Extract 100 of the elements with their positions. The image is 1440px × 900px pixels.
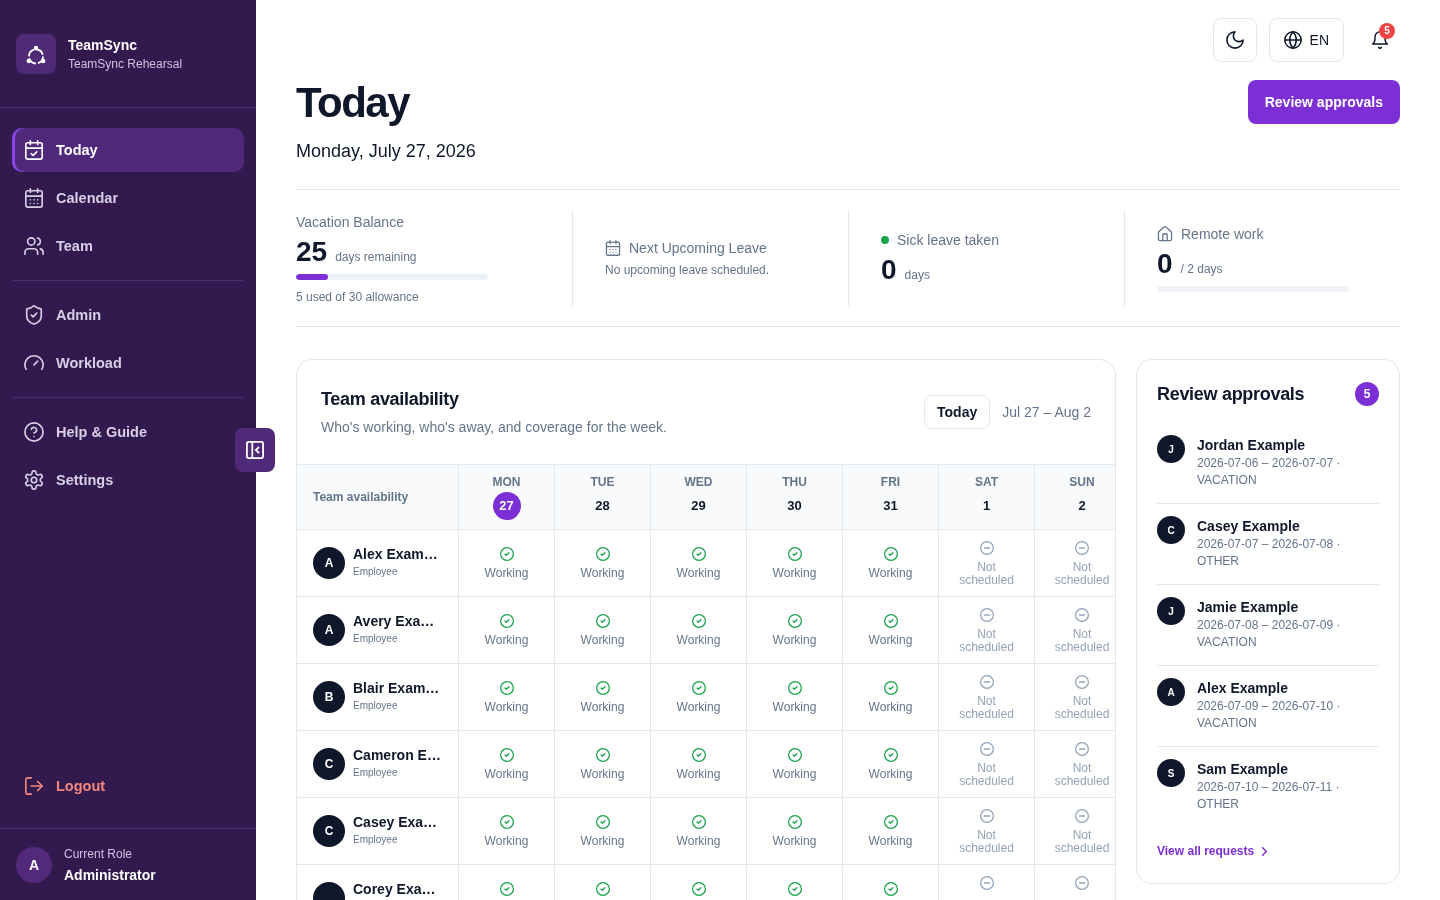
panel-left-icon	[246, 441, 264, 459]
request-details: 2026-07-09 – 2026-07-10 · VACATION	[1197, 698, 1342, 732]
check-circle-icon	[499, 815, 514, 829]
employee-avatar: C	[313, 815, 345, 847]
status-label: Working	[772, 833, 817, 849]
notifications-button[interactable]: 5	[1360, 18, 1400, 62]
logout-button[interactable]: Logout	[12, 764, 118, 808]
request-details: 2026-07-08 – 2026-07-09 · VACATION	[1197, 617, 1342, 651]
requester-avatar: S	[1157, 759, 1185, 787]
status-label: Working	[772, 632, 817, 648]
employee-avatar: B	[313, 681, 345, 713]
status-label: Not scheduled	[1053, 762, 1111, 788]
day-number: 27	[492, 492, 521, 520]
check-circle-icon	[691, 748, 706, 762]
employee-role: Employee	[353, 766, 399, 779]
day-name: FRI	[880, 474, 901, 490]
stat-unit: days remaining	[335, 249, 417, 264]
check-circle-icon	[499, 882, 514, 896]
status-label: Working	[868, 766, 913, 782]
status-label: Working	[484, 632, 529, 648]
card-subtitle: Who's working, who's away, and coverage for the week.	[321, 418, 667, 437]
count-badge: 5	[1355, 382, 1379, 406]
status-label: Not scheduled	[1053, 829, 1111, 855]
requester-name: Alex Example	[1197, 679, 1290, 698]
review-approvals-button[interactable]: Review approvals	[1247, 80, 1400, 124]
stat-label: Sick leave taken	[897, 231, 999, 250]
check-circle-icon	[787, 748, 802, 762]
stat-label: Vacation Balance	[296, 212, 404, 232]
minus-circle-icon	[1075, 742, 1089, 756]
status-label: Not scheduled	[958, 762, 1015, 788]
check-circle-icon	[883, 815, 898, 829]
requester-avatar: J	[1157, 597, 1185, 625]
day-number: 29	[690, 497, 707, 515]
status-label: Not scheduled	[958, 561, 1015, 587]
check-circle-icon	[691, 882, 706, 896]
shield-check-icon	[24, 305, 44, 325]
nav-item[interactable]: Team	[12, 224, 105, 268]
employee-role: Employee	[353, 699, 399, 712]
check-circle-icon	[883, 681, 898, 695]
today-button[interactable]: Today	[924, 395, 991, 429]
check-circle-icon	[883, 614, 898, 628]
check-circle-icon	[883, 547, 898, 561]
theme-toggle-button[interactable]	[1212, 18, 1257, 62]
status-label: Working	[868, 565, 913, 581]
employee-role: Employee	[353, 565, 399, 578]
status-label: Working	[676, 699, 721, 715]
status-label: Working	[868, 833, 913, 849]
check-circle-icon	[595, 681, 610, 695]
check-circle-icon	[883, 748, 898, 762]
status-label: Working	[772, 565, 817, 581]
chevron-right-icon	[1262, 846, 1268, 856]
language-button[interactable]: EN	[1268, 18, 1344, 62]
minus-circle-icon	[979, 675, 994, 689]
check-circle-icon	[595, 614, 610, 628]
nav-item[interactable]: Calendar	[12, 176, 131, 220]
employee-avatar: A	[313, 614, 345, 646]
status-label: Working	[772, 766, 817, 782]
status-label: Working	[676, 766, 721, 782]
stat-label: Remote work	[1181, 225, 1264, 244]
nav-item[interactable]: Settings	[12, 458, 126, 502]
status-label: Not scheduled	[958, 829, 1015, 855]
request-details: 2026-07-06 – 2026-07-07 · VACATION	[1197, 455, 1342, 489]
check-circle-icon	[595, 815, 610, 829]
collapse-sidebar-button[interactable]	[235, 428, 275, 472]
check-circle-icon	[787, 882, 802, 896]
status-label: Not scheduled	[1053, 628, 1111, 654]
check-circle-icon	[787, 815, 802, 829]
employee-name: Corey Exa…	[353, 882, 436, 896]
requester-name: Casey Example	[1197, 517, 1301, 536]
check-circle-icon	[499, 681, 514, 695]
nav-item[interactable]: Today	[12, 128, 244, 172]
check-circle-icon	[499, 614, 514, 628]
notification-badge: 5	[1379, 23, 1395, 39]
employee-role: Employee	[353, 833, 399, 846]
status-label: Not scheduled	[1053, 695, 1111, 721]
nav-item[interactable]: Help & Guide	[12, 410, 160, 454]
requester-avatar: C	[1157, 516, 1185, 544]
minus-circle-icon	[1075, 876, 1089, 890]
check-circle-icon	[787, 681, 802, 695]
help-icon	[24, 422, 44, 442]
minus-circle-icon	[979, 876, 994, 890]
app-name: TeamSync	[68, 36, 138, 54]
view-all-link[interactable]: View all requests	[1157, 843, 1268, 859]
employee-name: Blair Exam…	[353, 681, 440, 695]
stat-note: No upcoming leave scheduled.	[605, 262, 770, 278]
check-circle-icon	[691, 614, 706, 628]
minus-circle-icon	[979, 809, 994, 823]
day-name: SAT	[974, 474, 999, 490]
day-name: WED	[684, 474, 713, 490]
request-details: 2026-07-10 – 2026-07-11 · OTHER	[1197, 779, 1341, 813]
status-label: Working	[580, 833, 625, 849]
nav-item[interactable]: Workload	[12, 341, 134, 385]
day-name: THU	[782, 474, 807, 490]
users-icon	[24, 236, 44, 256]
stat-note: 5 used of 30 allowance	[296, 288, 419, 305]
stat-label: Next Upcoming Leave	[629, 239, 767, 258]
day-number: 28	[594, 497, 611, 515]
nav-item[interactable]: Admin	[12, 293, 114, 337]
check-circle-icon	[691, 681, 706, 695]
calendar-icon	[24, 188, 44, 208]
